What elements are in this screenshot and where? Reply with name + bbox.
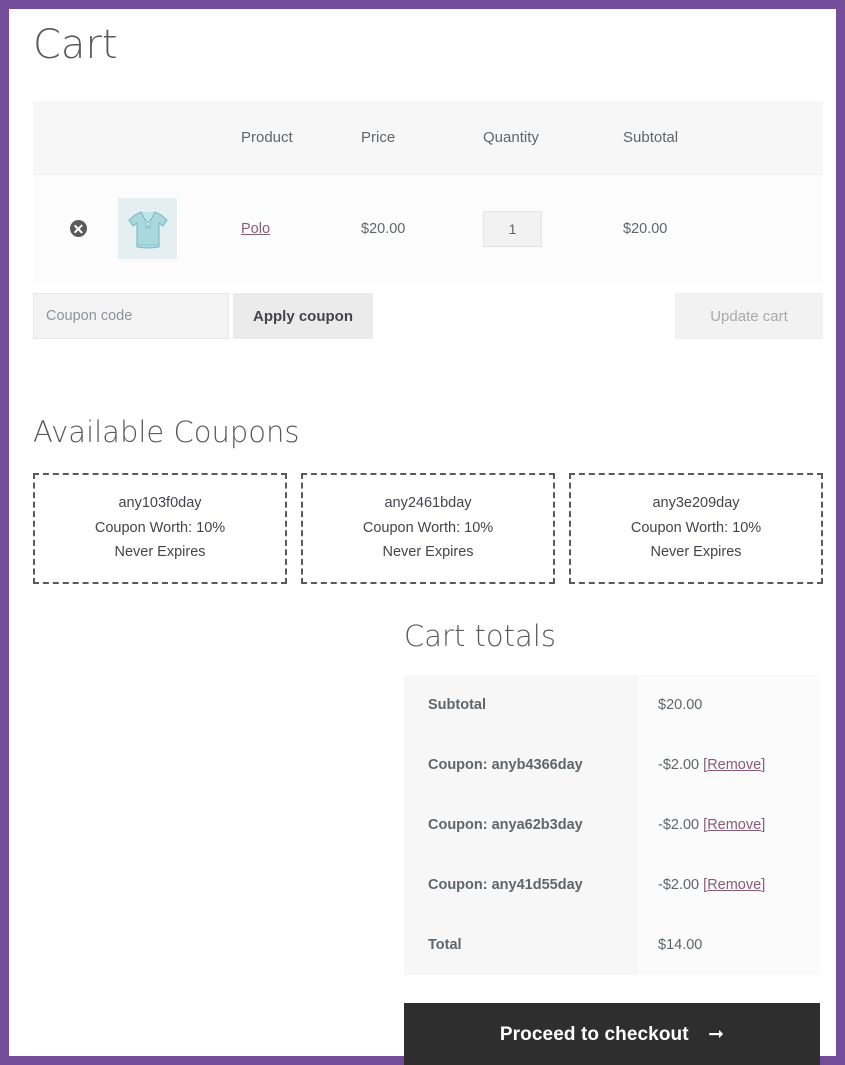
totals-amount: -$2.00 — [658, 757, 700, 773]
totals-amount: -$2.00 — [658, 817, 700, 833]
polo-shirt-icon — [127, 211, 168, 249]
page-frame: Cart Product Price Quantity Subtotal Pol… — [0, 0, 845, 1065]
remove-coupon-label: Remove — [707, 877, 762, 893]
product-name-link[interactable]: Polo — [241, 221, 270, 237]
table-row: Polo $20.00 $20.00 — [33, 173, 823, 283]
cell-quantity — [483, 173, 623, 283]
coupon-card[interactable]: any103f0day Coupon Worth: 10% Never Expi… — [33, 473, 287, 584]
available-coupons-title: Available Coupons — [33, 415, 300, 449]
column-header-quantity: Quantity — [483, 101, 623, 174]
totals-row-coupon: Coupon: any41d55day -$2.00 [Remove] — [404, 855, 820, 915]
totals-row-total: Total $14.00 — [404, 915, 820, 975]
totals-value: $14.00 — [638, 915, 820, 975]
coupon-code: any3e209day — [652, 495, 740, 512]
available-coupons-grid: any103f0day Coupon Worth: 10% Never Expi… — [33, 473, 823, 584]
cart-totals-section: Cart totals Subtotal $20.00 Coupon: anyb… — [404, 619, 820, 1065]
coupon-expiry: Never Expires — [382, 544, 474, 561]
coupon-expiry: Never Expires — [650, 544, 742, 561]
page-title: Cart — [33, 22, 118, 68]
totals-amount: $14.00 — [658, 937, 703, 953]
remove-coupon-label: Remove — [707, 817, 762, 833]
cart-table-head: Product Price Quantity Subtotal — [33, 101, 823, 174]
totals-label: Total — [404, 915, 638, 975]
column-header-subtotal: Subtotal — [623, 101, 823, 174]
totals-row-coupon: Coupon: anyb4366day -$2.00 [Remove] — [404, 735, 820, 795]
cell-remove — [33, 173, 113, 283]
page-content: Cart Product Price Quantity Subtotal Pol… — [9, 9, 836, 1065]
cart-totals-title: Cart totals — [404, 619, 556, 653]
totals-value: -$2.00 [Remove] — [638, 795, 820, 855]
arrow-right-icon: ➞ — [708, 1023, 725, 1045]
cart-totals-table: Subtotal $20.00 Coupon: anyb4366day -$2.… — [404, 675, 820, 975]
cell-price: $20.00 — [361, 173, 483, 283]
column-header-thumbnail — [113, 101, 241, 174]
remove-item-icon[interactable] — [70, 220, 87, 238]
coupon-worth: Coupon Worth: 10% — [630, 519, 762, 536]
checkout-label: Proceed to checkout — [499, 1023, 689, 1045]
totals-amount: -$2.00 — [658, 877, 700, 893]
totals-label: Coupon: any41d55day — [404, 855, 638, 915]
coupon-worth: Coupon Worth: 10% — [94, 519, 226, 536]
cart-table-body: Polo $20.00 $20.00 — [33, 173, 823, 283]
product-thumbnail[interactable] — [118, 198, 177, 260]
cell-subtotal: $20.00 — [623, 173, 823, 283]
coupon-card[interactable]: any3e209day Coupon Worth: 10% Never Expi… — [569, 473, 823, 584]
remove-coupon-label: Remove — [707, 757, 762, 773]
remove-coupon-link[interactable]: [Remove] — [703, 877, 765, 893]
cart-table-header-row: Product Price Quantity Subtotal — [33, 101, 823, 174]
coupon-code: any2461bday — [384, 495, 472, 512]
totals-value: -$2.00 [Remove] — [638, 735, 820, 795]
cart-table: Product Price Quantity Subtotal Polo $20… — [33, 101, 823, 283]
totals-value: -$2.00 [Remove] — [638, 855, 820, 915]
coupon-worth: Coupon Worth: 10% — [362, 519, 494, 536]
totals-amount: $20.00 — [658, 697, 703, 713]
totals-label: Subtotal — [404, 675, 638, 735]
totals-row-coupon: Coupon: anya62b3day -$2.00 [Remove] — [404, 795, 820, 855]
totals-label: Coupon: anyb4366day — [404, 735, 638, 795]
column-header-remove — [33, 101, 113, 174]
totals-label: Coupon: anya62b3day — [404, 795, 638, 855]
coupon-card[interactable]: any2461bday Coupon Worth: 10% Never Expi… — [301, 473, 555, 584]
quantity-input[interactable] — [483, 210, 542, 247]
proceed-to-checkout-button[interactable]: Proceed to checkout ➞ — [404, 1003, 820, 1065]
coupon-code-input[interactable] — [33, 293, 229, 339]
totals-value: $20.00 — [638, 675, 820, 735]
coupon-expiry: Never Expires — [114, 544, 206, 561]
column-header-price: Price — [361, 101, 483, 174]
remove-coupon-link[interactable]: [Remove] — [703, 757, 765, 773]
cart-actions-bar: Apply coupon Update cart — [33, 293, 823, 339]
update-cart-button[interactable]: Update cart — [675, 293, 823, 339]
cell-product-name: Polo — [241, 173, 361, 283]
apply-coupon-button[interactable]: Apply coupon — [233, 293, 373, 339]
coupon-code: any103f0day — [118, 495, 202, 512]
totals-row-subtotal: Subtotal $20.00 — [404, 675, 820, 735]
remove-coupon-link[interactable]: [Remove] — [703, 817, 765, 833]
cell-thumbnail — [113, 173, 241, 283]
column-header-product: Product — [241, 101, 361, 174]
